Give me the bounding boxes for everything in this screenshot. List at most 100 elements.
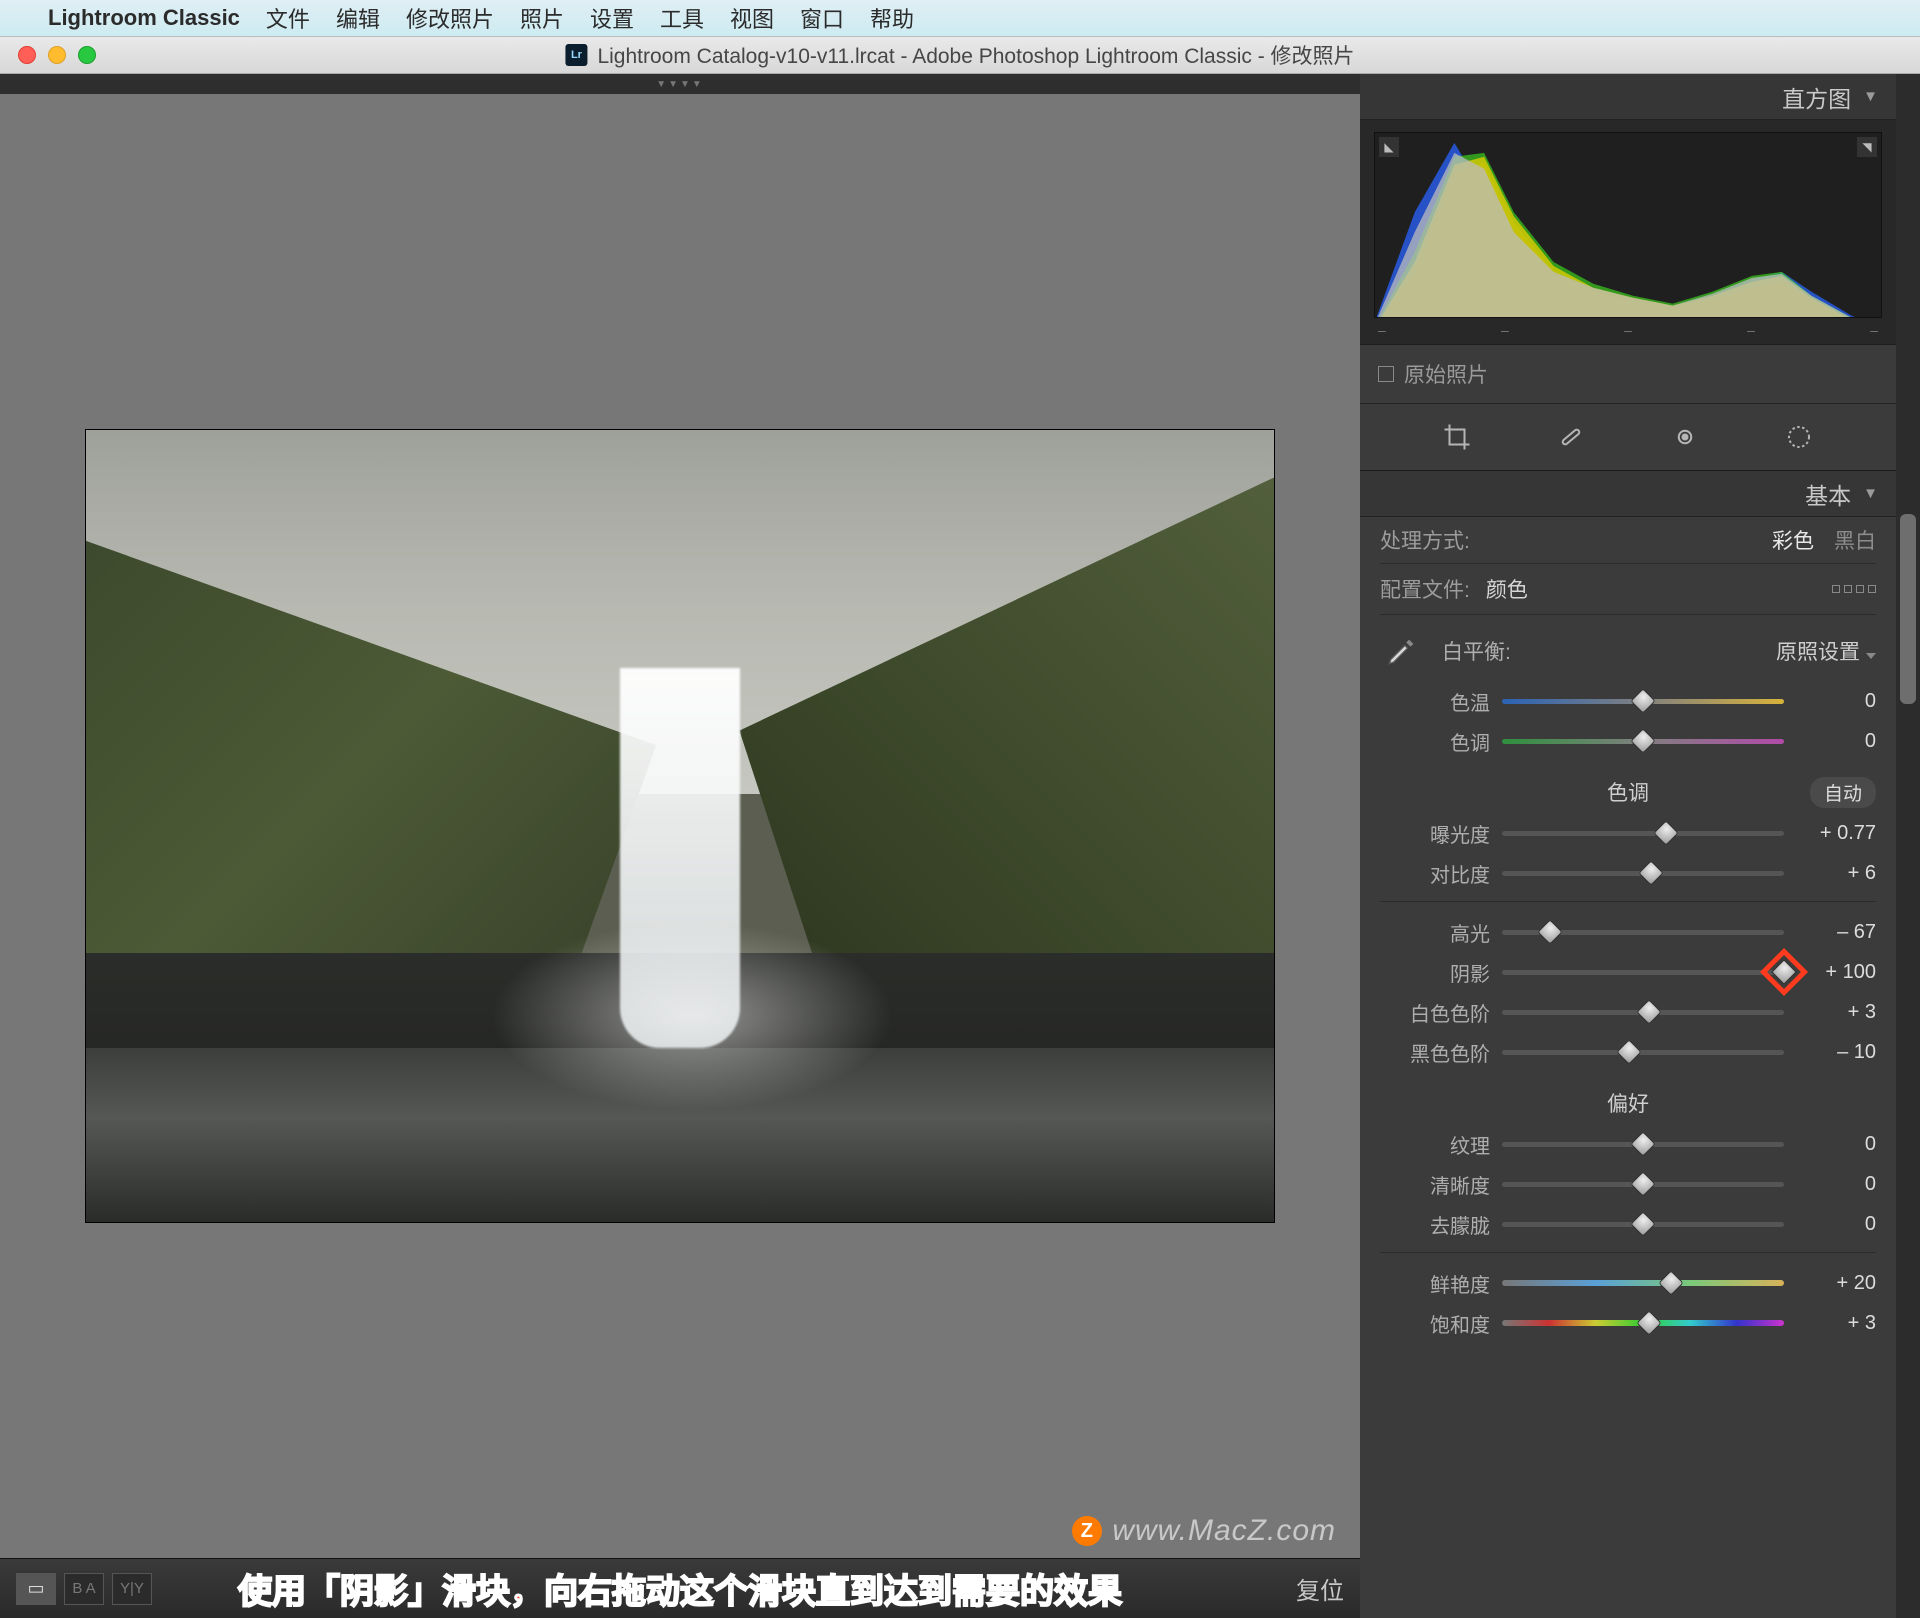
menu-develop[interactable]: 修改照片 bbox=[406, 2, 494, 34]
treatment-label: 处理方式: bbox=[1380, 525, 1470, 555]
tint-slider[interactable] bbox=[1502, 736, 1784, 746]
right-panel: 直方图 ▼ ◣ ◥ ––––– 原始照片 bbox=[1360, 74, 1920, 1618]
contrast-slider[interactable] bbox=[1502, 868, 1784, 878]
original-photo-toggle[interactable]: 原始照片 bbox=[1360, 345, 1896, 404]
wb-preset-dropdown[interactable]: 原照设置 bbox=[1776, 636, 1876, 666]
tint-slider-thumb[interactable] bbox=[1630, 728, 1655, 753]
window-controls bbox=[0, 46, 96, 64]
checkbox-icon bbox=[1378, 366, 1394, 382]
menu-window[interactable]: 窗口 bbox=[800, 2, 844, 34]
dehaze-slider[interactable] bbox=[1502, 1219, 1784, 1229]
vibrance-value[interactable]: + 20 bbox=[1796, 1272, 1876, 1295]
vibrance-slider[interactable] bbox=[1502, 1278, 1784, 1288]
basic-panel-header[interactable]: 基本 ▼ bbox=[1360, 471, 1896, 517]
clarity-value[interactable]: 0 bbox=[1796, 1173, 1876, 1196]
wb-eyedropper-icon[interactable] bbox=[1380, 629, 1424, 673]
dehaze-slider-thumb[interactable] bbox=[1630, 1211, 1655, 1236]
shadows-value[interactable]: + 100 bbox=[1796, 961, 1876, 984]
saturation-slider[interactable] bbox=[1502, 1318, 1784, 1328]
saturation-value[interactable]: + 3 bbox=[1796, 1312, 1876, 1335]
watermark-badge-icon: Z bbox=[1072, 1516, 1102, 1546]
presence-section-title: 偏好 bbox=[1380, 1088, 1876, 1118]
treatment-color[interactable]: 彩色 bbox=[1772, 525, 1814, 555]
profile-value[interactable]: 颜色 bbox=[1486, 574, 1528, 604]
texture-slider-thumb[interactable] bbox=[1630, 1131, 1655, 1156]
reset-button[interactable]: 复位 bbox=[1296, 1571, 1344, 1606]
shadows-label: 阴影 bbox=[1380, 958, 1490, 987]
highlights-slider-row: 高光– 67 bbox=[1380, 912, 1876, 952]
exposure-slider-thumb[interactable] bbox=[1653, 820, 1678, 845]
temp-slider[interactable] bbox=[1502, 696, 1784, 706]
contrast-slider-row: 对比度+ 6 bbox=[1380, 853, 1876, 893]
exposure-value[interactable]: + 0.77 bbox=[1796, 822, 1876, 845]
highlights-slider[interactable] bbox=[1502, 927, 1784, 937]
blacks-slider[interactable] bbox=[1502, 1047, 1784, 1057]
minimize-icon[interactable] bbox=[48, 46, 66, 64]
redeye-tool-icon[interactable] bbox=[1666, 418, 1704, 456]
menu-settings[interactable]: 设置 bbox=[590, 2, 634, 34]
highlights-value[interactable]: – 67 bbox=[1796, 921, 1876, 944]
dehaze-label: 去朦胧 bbox=[1380, 1210, 1490, 1239]
window-title: Lightroom Catalog-v10-v11.lrcat - Adobe … bbox=[597, 40, 1354, 70]
zoom-icon[interactable] bbox=[78, 46, 96, 64]
wb-label: 白平衡: bbox=[1442, 636, 1511, 666]
contrast-slider-thumb[interactable] bbox=[1639, 860, 1664, 885]
crop-tool-icon[interactable] bbox=[1438, 418, 1476, 456]
whites-slider[interactable] bbox=[1502, 1007, 1784, 1017]
menubar-app-name[interactable]: Lightroom Classic bbox=[48, 5, 240, 31]
blacks-value[interactable]: – 10 bbox=[1796, 1041, 1876, 1064]
temp-value[interactable]: 0 bbox=[1796, 690, 1876, 713]
histogram-zone-labels: ––––– bbox=[1374, 318, 1882, 338]
menu-edit[interactable]: 编辑 bbox=[336, 2, 380, 34]
loupe-view-button[interactable]: ▭ bbox=[16, 1573, 56, 1605]
texture-slider[interactable] bbox=[1502, 1139, 1784, 1149]
dehaze-slider-row: 去朦胧 0 bbox=[1380, 1204, 1876, 1244]
histogram-panel-header[interactable]: 直方图 ▼ bbox=[1360, 74, 1896, 120]
bottom-toolbar: ▭ B A Y|Y 使用「阴影」滑块，向右拖动这个滑块直到达到需要的效果 复位 bbox=[0, 1558, 1360, 1618]
menu-help[interactable]: 帮助 bbox=[870, 2, 914, 34]
exposure-slider[interactable] bbox=[1502, 828, 1784, 838]
whites-slider-thumb[interactable] bbox=[1636, 999, 1661, 1024]
heal-tool-icon[interactable] bbox=[1552, 418, 1590, 456]
photo-preview[interactable] bbox=[86, 430, 1274, 1222]
auto-tone-button[interactable]: 自动 bbox=[1810, 777, 1876, 808]
annotation-caption: 使用「阴影」滑块，向右拖动这个滑块直到达到需要的效果 bbox=[238, 1564, 1122, 1613]
window-titlebar: Lr Lightroom Catalog-v10-v11.lrcat - Ado… bbox=[0, 36, 1920, 74]
texture-label: 纹理 bbox=[1380, 1130, 1490, 1159]
profile-browser-icon[interactable] bbox=[1832, 585, 1876, 593]
treatment-bw[interactable]: 黑白 bbox=[1834, 525, 1876, 555]
original-photo-label: 原始照片 bbox=[1404, 359, 1488, 389]
close-icon[interactable] bbox=[18, 46, 36, 64]
before-after-yy-button[interactable]: B A bbox=[64, 1573, 104, 1605]
tint-slider-row: 色调0 bbox=[1380, 721, 1876, 761]
tint-value[interactable]: 0 bbox=[1796, 730, 1876, 753]
clarity-slider-thumb[interactable] bbox=[1630, 1171, 1655, 1196]
histogram[interactable]: ◣ ◥ bbox=[1374, 132, 1882, 318]
top-panel-collapse-handle[interactable]: ▼▼▼▼ bbox=[0, 74, 1360, 94]
texture-value[interactable]: 0 bbox=[1796, 1133, 1876, 1156]
saturation-slider-thumb[interactable] bbox=[1636, 1310, 1661, 1335]
whites-value[interactable]: + 3 bbox=[1796, 1001, 1876, 1024]
temp-slider-thumb[interactable] bbox=[1630, 688, 1655, 713]
vibrance-slider-thumb[interactable] bbox=[1658, 1270, 1683, 1295]
clarity-slider[interactable] bbox=[1502, 1179, 1784, 1189]
profile-label: 配置文件: bbox=[1380, 574, 1470, 604]
masking-tool-icon[interactable] bbox=[1780, 418, 1818, 456]
dehaze-value[interactable]: 0 bbox=[1796, 1213, 1876, 1236]
watermark: Z www.MacZ.com bbox=[1072, 1514, 1336, 1548]
menu-file[interactable]: 文件 bbox=[266, 2, 310, 34]
menu-photo[interactable]: 照片 bbox=[520, 2, 564, 34]
texture-slider-row: 纹理 0 bbox=[1380, 1124, 1876, 1164]
saturation-slider-row: 饱和度+ 3 bbox=[1380, 1303, 1876, 1343]
shadows-slider[interactable] bbox=[1502, 967, 1784, 977]
highlights-slider-thumb[interactable] bbox=[1537, 919, 1562, 944]
blacks-slider-thumb[interactable] bbox=[1616, 1039, 1641, 1064]
menu-tools[interactable]: 工具 bbox=[660, 2, 704, 34]
right-panel-scrollbar[interactable] bbox=[1896, 74, 1920, 1618]
menu-view[interactable]: 视图 bbox=[730, 2, 774, 34]
watermark-text: www.MacZ.com bbox=[1112, 1514, 1336, 1548]
shadows-slider-thumb[interactable] bbox=[1771, 959, 1796, 984]
before-after-split-button[interactable]: Y|Y bbox=[112, 1573, 152, 1605]
scroll-thumb[interactable] bbox=[1900, 514, 1916, 704]
contrast-value[interactable]: + 6 bbox=[1796, 862, 1876, 885]
